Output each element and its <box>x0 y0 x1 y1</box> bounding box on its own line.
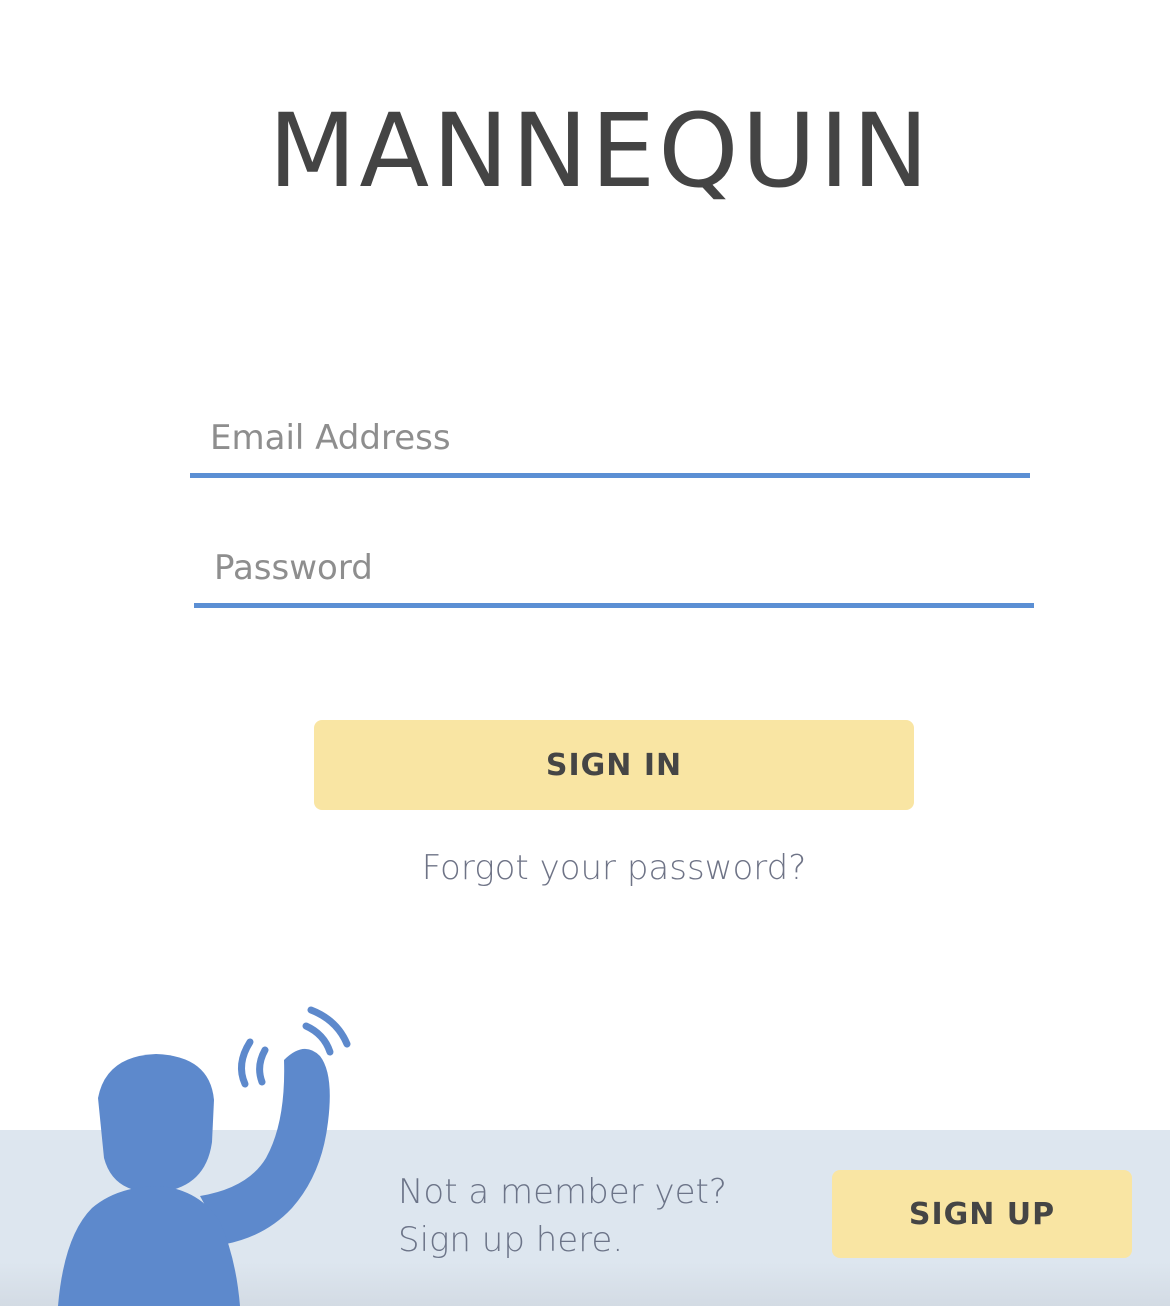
sign-in-button[interactable]: SIGN IN <box>314 720 914 810</box>
signup-prompt-line1: Not a member yet? <box>398 1172 727 1212</box>
app-title: MANNEQUIN <box>268 92 932 211</box>
password-field[interactable] <box>194 533 1034 608</box>
email-field[interactable] <box>190 403 1030 478</box>
waving-person-icon <box>58 1006 351 1306</box>
sign-up-button[interactable]: SIGN UP <box>832 1170 1132 1258</box>
forgot-password-link[interactable]: Forgot your password? <box>314 848 914 888</box>
signup-prompt: Not a member yet? Sign up here. <box>398 1168 727 1264</box>
email-input[interactable] <box>190 403 1030 473</box>
password-input[interactable] <box>194 533 1034 603</box>
signup-prompt-line2: Sign up here. <box>398 1220 624 1260</box>
